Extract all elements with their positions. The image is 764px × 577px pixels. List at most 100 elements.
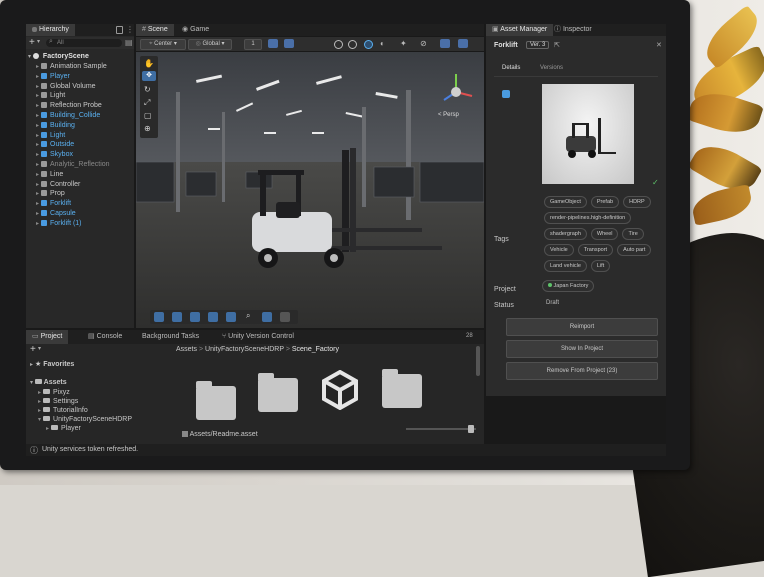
project-scrollbar[interactable]	[476, 346, 480, 376]
chevron-right-icon[interactable]: ▸	[38, 399, 41, 405]
close-icon[interactable]: ✕	[656, 41, 662, 49]
breadcrumb-item[interactable]: UnityFactorySceneHDRP	[205, 346, 284, 353]
reimport-button[interactable]: Reimport	[506, 318, 658, 336]
hidden-objects-icon[interactable]: ⊘	[420, 39, 427, 48]
tag-chip[interactable]: shadergraph	[544, 228, 587, 240]
search-input[interactable]: ⌕ All	[46, 38, 122, 47]
tab-game[interactable]: ◉ Game	[176, 24, 215, 36]
pivot-dropdown[interactable]: ⌖ Center ▾	[140, 39, 186, 50]
hierarchy-item[interactable]: ▸ Reflection Probe	[36, 101, 102, 110]
space-dropdown[interactable]: ◎ Global ▾	[188, 39, 232, 50]
lock-icon[interactable]	[116, 26, 123, 34]
hierarchy-item[interactable]: ▸ Prop	[36, 189, 65, 198]
overlay-tool-icon[interactable]	[190, 312, 200, 322]
chevron-right-icon[interactable]: ▸	[36, 211, 39, 217]
hierarchy-item[interactable]: ▸ Forklift (1)	[36, 219, 82, 228]
chevron-right-icon[interactable]: ▸	[36, 93, 39, 99]
scale-tool-icon[interactable]: ⤢	[144, 98, 150, 108]
hierarchy-root[interactable]: ▾ FactoryScene	[28, 52, 89, 61]
hierarchy-item[interactable]: ▸ Line	[36, 170, 63, 179]
tag-chip[interactable]: Prefab	[590, 196, 620, 208]
chevron-right-icon[interactable]: ▸	[46, 426, 49, 432]
tag-chip[interactable]: Lift	[590, 260, 611, 272]
persp-label[interactable]: < Persp	[438, 112, 459, 118]
hierarchy-item[interactable]: ▸ Analytic_Reflection	[36, 160, 110, 169]
project-tree-item[interactable]: ▸ Player	[46, 424, 81, 433]
chevron-down-icon[interactable]: ▾	[37, 38, 40, 45]
chevron-right-icon[interactable]: ▸	[36, 172, 39, 178]
project-tree-item[interactable]: ▸ TutorialInfo	[38, 406, 88, 415]
hierarchy-item[interactable]: ▸ Building	[36, 121, 75, 130]
folder-item[interactable]	[258, 373, 298, 412]
chevron-right-icon[interactable]: ▸	[38, 408, 41, 414]
effects-icon[interactable]: ✦	[400, 39, 407, 48]
chevron-right-icon[interactable]: ▸	[36, 201, 39, 207]
rect-tool-icon[interactable]: ▢	[144, 111, 152, 120]
tag-chip[interactable]: HDRP	[623, 196, 651, 208]
tab-project[interactable]: ▭ Project	[26, 330, 69, 344]
project-chip[interactable]: Japan Factory	[542, 280, 595, 292]
add-icon[interactable]: +	[29, 37, 35, 48]
tab-asset-manager[interactable]: ▣ Asset Manager	[486, 24, 554, 36]
chevron-right-icon[interactable]: ▸	[36, 84, 39, 90]
tag-chip[interactable]: Land vehicle	[544, 260, 587, 272]
hierarchy-item[interactable]: ▸ Capsule	[36, 209, 76, 218]
tag-chip[interactable]: Wheel	[590, 228, 619, 240]
hierarchy-item[interactable]: ▸ Forklift	[36, 199, 71, 208]
search-icon[interactable]: ⌕	[246, 311, 250, 321]
chevron-right-icon[interactable]: ▸	[36, 191, 39, 197]
overlay-tool-icon[interactable]	[172, 312, 182, 322]
tab-versions[interactable]: Versions	[540, 65, 563, 71]
chevron-right-icon[interactable]: ▸	[36, 103, 39, 109]
hierarchy-item[interactable]: ▸ Light	[36, 131, 65, 140]
shading-icon[interactable]	[364, 40, 373, 49]
chevron-right-icon[interactable]: ▸	[36, 74, 39, 80]
tag-chip[interactable]: Vehicle	[544, 244, 574, 256]
tab-details[interactable]: Details	[502, 65, 520, 71]
chevron-right-icon[interactable]: ▸	[36, 221, 39, 227]
chevron-right-icon[interactable]: ▸	[36, 152, 39, 158]
audio-icon[interactable]: ◐	[380, 39, 385, 48]
chevron-right-icon[interactable]: ▸	[36, 162, 39, 168]
tab-console[interactable]: ▤ Console	[82, 330, 128, 344]
hierarchy-item[interactable]: ▸ Light	[36, 91, 65, 100]
render-mode-icon[interactable]	[334, 40, 343, 49]
folder-item[interactable]	[196, 381, 236, 420]
remove-from-project-button[interactable]: Remove From Project (23)	[506, 362, 658, 380]
assets-row[interactable]: ▾ Assets	[30, 378, 67, 387]
zoom-slider[interactable]	[406, 425, 476, 433]
hierarchy-item[interactable]: ▸ Global Volume	[36, 82, 96, 91]
version-badge[interactable]: Ver. 3	[526, 41, 550, 49]
project-tree-item[interactable]: ▾ UnityFactorySceneHDRP	[38, 415, 132, 424]
show-in-project-button[interactable]: Show In Project	[506, 340, 658, 358]
slider-handle[interactable]	[468, 425, 474, 433]
chevron-right-icon[interactable]: ▸	[36, 142, 39, 148]
project-tree-item[interactable]: ▸ Settings	[38, 397, 78, 406]
overlay-tool-icon[interactable]	[226, 312, 236, 322]
overlay-tool-icon[interactable]	[280, 312, 290, 322]
chevron-right-icon[interactable]: ▸	[36, 113, 39, 119]
tab-unity-version-control[interactable]: ⑂ Unity Version Control	[216, 330, 300, 344]
tab-scene[interactable]: # Scene	[136, 24, 174, 36]
tag-chip[interactable]: Tire	[622, 228, 644, 240]
tag-chip[interactable]: Transport	[577, 244, 614, 256]
breadcrumb-item[interactable]: Scene_Factory	[292, 346, 339, 353]
hand-tool-icon[interactable]: ✋	[144, 59, 154, 68]
tab-hierarchy[interactable]: Hierarchy	[26, 24, 75, 36]
transform-tool-icon[interactable]: ⊕	[144, 124, 151, 133]
favorites-row[interactable]: ▸ ★ Favorites	[30, 360, 74, 369]
chevron-right-icon[interactable]: ▸	[36, 123, 39, 129]
camera-icon[interactable]	[440, 39, 450, 48]
overlay-tool-icon[interactable]	[208, 312, 218, 322]
overlay-tool-icon[interactable]	[154, 312, 164, 322]
tag-chip[interactable]: render-pipelines.high-definition	[544, 212, 632, 224]
gizmos-icon[interactable]	[458, 39, 468, 48]
hierarchy-item[interactable]: ▸ Skybox	[36, 150, 73, 159]
grid-snap-field[interactable]: 1	[244, 39, 262, 50]
project-tree-item[interactable]: ▸ Pixyz	[38, 388, 70, 397]
chevron-right-icon[interactable]: ▸	[36, 182, 39, 188]
lighting-icon[interactable]	[348, 40, 357, 49]
hierarchy-item[interactable]: ▸ Player	[36, 72, 70, 81]
folder-item[interactable]	[382, 369, 422, 408]
tag-chip[interactable]: GameObject	[544, 196, 587, 208]
